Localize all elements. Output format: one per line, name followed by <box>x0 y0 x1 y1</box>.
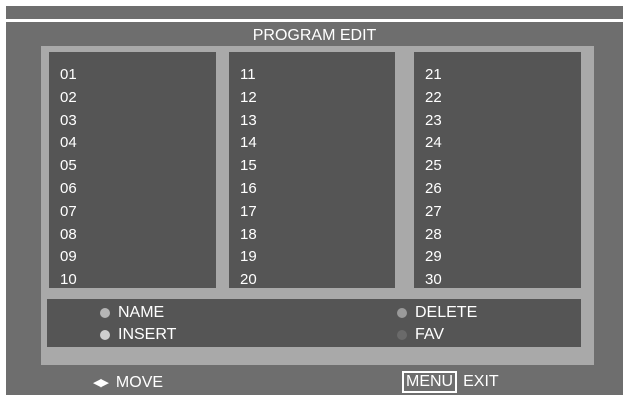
legend-delete-label: DELETE <box>415 304 478 321</box>
channel-column-2: 11 12 13 14 15 16 17 18 19 20 <box>229 52 395 288</box>
channel-number[interactable]: 07 <box>49 201 216 224</box>
channel-number[interactable]: 29 <box>414 246 581 269</box>
channel-number[interactable]: 10 <box>49 269 216 292</box>
channel-number[interactable]: 01 <box>49 64 216 87</box>
channel-number[interactable]: 25 <box>414 155 581 178</box>
move-hint: ◀▶ MOVE <box>93 374 163 392</box>
channel-number[interactable]: 18 <box>229 224 395 247</box>
legend-fav[interactable]: FAV <box>397 326 444 344</box>
title-divider <box>6 19 623 22</box>
channel-column-3: 21 22 23 24 25 26 27 28 29 30 <box>414 52 581 288</box>
channel-number[interactable]: 16 <box>229 178 395 201</box>
move-label: MOVE <box>115 374 164 391</box>
menu-key[interactable]: MENU <box>402 371 458 393</box>
legend-delete[interactable]: DELETE <box>397 304 477 322</box>
channel-number[interactable]: 22 <box>414 87 581 110</box>
channel-number[interactable]: 20 <box>229 269 395 292</box>
legend-insert-label: INSERT <box>118 326 177 343</box>
legend-name-label: NAME <box>118 304 165 321</box>
insert-dot-icon <box>100 330 110 340</box>
channel-number[interactable]: 09 <box>49 246 216 269</box>
channel-number[interactable]: 26 <box>414 178 581 201</box>
fav-dot-icon <box>397 330 407 340</box>
channel-number[interactable]: 21 <box>414 64 581 87</box>
channel-number[interactable]: 06 <box>49 178 216 201</box>
channel-number[interactable]: 17 <box>229 201 395 224</box>
delete-dot-icon <box>397 308 407 318</box>
legend-insert[interactable]: INSERT <box>100 326 176 344</box>
channel-number[interactable]: 04 <box>49 132 216 155</box>
name-dot-icon <box>100 308 110 318</box>
channel-number[interactable]: 30 <box>414 269 581 292</box>
channel-number[interactable]: 24 <box>414 132 581 155</box>
channel-number[interactable]: 05 <box>49 155 216 178</box>
channel-number[interactable]: 03 <box>49 110 216 133</box>
channel-number[interactable]: 28 <box>414 224 581 247</box>
channel-panel: 01 02 03 04 05 06 07 08 09 10 11 12 13 14 15 16 17 18 19 2… <box>41 46 594 365</box>
channel-number[interactable]: 08 <box>49 224 216 247</box>
channel-column-1: 01 02 03 04 05 06 07 08 09 10 <box>49 52 216 288</box>
legend-name[interactable]: NAME <box>100 304 164 322</box>
channel-number[interactable]: 13 <box>229 110 395 133</box>
left-right-arrows-icon: ◀▶ <box>93 377 109 389</box>
channel-number[interactable]: 23 <box>414 110 581 133</box>
page-title: PROGRAM EDIT <box>252 27 377 44</box>
channel-number[interactable]: 27 <box>414 201 581 224</box>
channel-number[interactable]: 14 <box>229 132 395 155</box>
channel-number[interactable]: 15 <box>229 155 395 178</box>
exit-label: EXIT <box>463 373 499 390</box>
legend-fav-label: FAV <box>415 326 445 343</box>
program-edit-screen: PROGRAM EDIT 01 02 03 04 05 06 07 08 09 10 11 12 13… <box>6 6 623 395</box>
channel-number[interactable]: 02 <box>49 87 216 110</box>
exit-hint[interactable]: MENU EXIT <box>402 371 499 393</box>
color-key-legend: NAME INSERT DELETE FAV <box>47 299 581 347</box>
channel-number[interactable]: 19 <box>229 246 395 269</box>
channel-number[interactable]: 11 <box>229 64 395 87</box>
channel-number[interactable]: 12 <box>229 87 395 110</box>
